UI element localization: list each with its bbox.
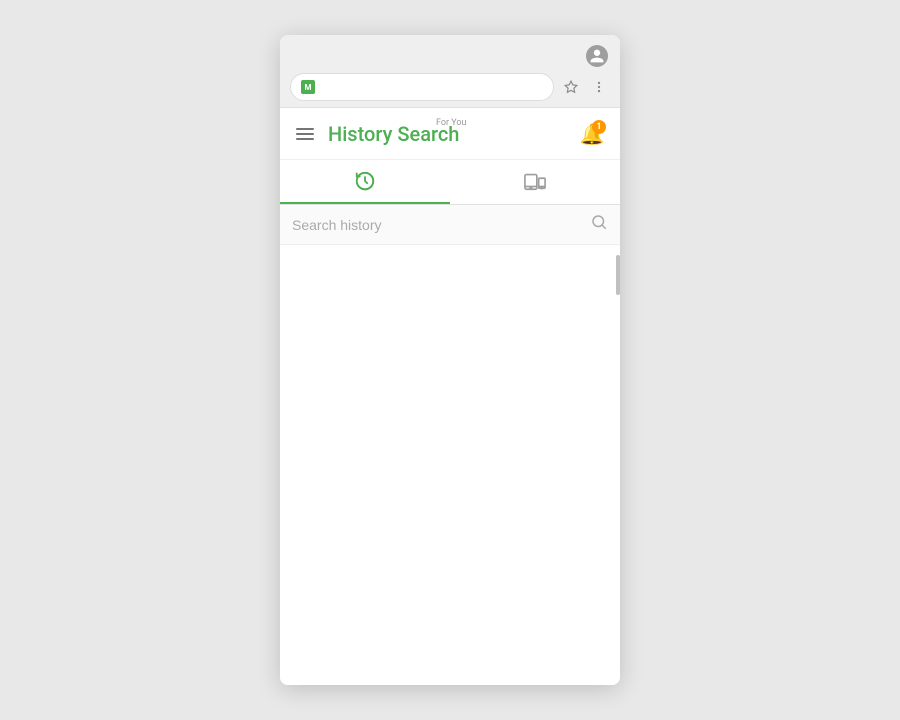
browser-chrome: M	[280, 35, 620, 107]
scrollbar-thumb	[616, 255, 620, 295]
browser-omnibox-row: M	[290, 73, 610, 107]
app-container: History Search For You 🔔 1	[280, 107, 620, 685]
scrollbar-track[interactable]	[616, 245, 620, 685]
browser-window: M History Search	[280, 35, 620, 685]
tab-history[interactable]	[280, 160, 450, 204]
browser-top-row	[290, 41, 610, 73]
hamburger-button[interactable]	[292, 124, 318, 144]
search-bar	[280, 205, 620, 245]
more-menu-icon[interactable]	[588, 76, 610, 98]
omnibox-favicon: M	[301, 80, 315, 94]
devices-icon	[524, 170, 546, 192]
search-icon[interactable]	[590, 213, 608, 236]
history-icon	[354, 170, 376, 192]
content-area	[280, 245, 620, 685]
profile-avatar[interactable]	[586, 45, 608, 67]
bookmark-icon[interactable]	[560, 76, 582, 98]
omnibox[interactable]: M	[290, 73, 554, 101]
search-input[interactable]	[292, 217, 582, 233]
app-header: History Search For You 🔔 1	[280, 108, 620, 160]
tabs-row	[280, 160, 620, 205]
notification-badge: 1	[592, 120, 606, 134]
notification-button[interactable]: 🔔 1	[576, 118, 608, 150]
for-you-badge: For You	[436, 118, 467, 128]
tab-devices[interactable]	[450, 160, 620, 204]
